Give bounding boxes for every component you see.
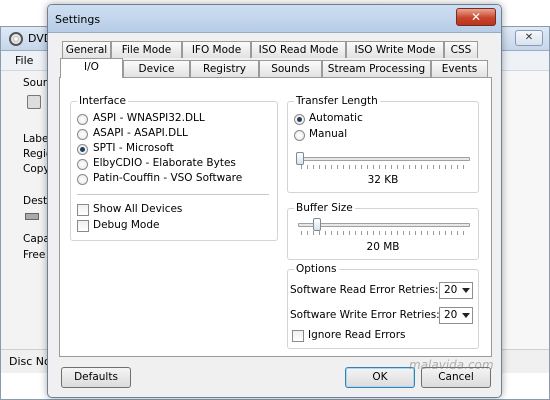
background-right-panel [501,71,549,349]
patin-couffin-radio[interactable] [77,174,88,185]
dialog-titlebar: Settings ✕ [48,5,501,33]
read-retries-label: Software Read Error Retries: [290,284,439,296]
write-retries-label: Software Write Error Retries: [290,309,440,321]
write-retries-value: 20 [444,309,458,321]
tab-file-mode[interactable]: File Mode [111,41,182,58]
buffer-size-slider-ticks [301,231,468,235]
tab-ifo-mode[interactable]: IFO Mode [182,41,251,58]
io-tab-panel: Interface ASPI - WNASPI32.DLL ASAPI - AS… [59,77,492,357]
show-all-devices-checkbox[interactable] [77,204,89,216]
interface-separator [77,194,269,195]
ignore-read-errors-label[interactable]: Ignore Read Errors [308,329,406,341]
tab-sounds[interactable]: Sounds [259,60,322,77]
dialog-body: General File Mode IFO Mode ISO Read Mode… [54,33,497,393]
read-retries-select[interactable]: 20 [439,282,473,299]
buffer-size-slider-track[interactable] [298,223,470,227]
spti-label[interactable]: SPTI - Microsoft [93,142,174,154]
transfer-length-slider-ticks [301,165,468,169]
patin-couffin-label[interactable]: Patin-Couffin - VSO Software [93,172,242,184]
tab-device[interactable]: Device [123,60,190,77]
options-legend: Options [294,263,339,275]
interface-group: Interface ASPI - WNASPI32.DLL ASAPI - AS… [70,95,278,241]
transfer-length-value: 32 KB [367,174,399,186]
menu-file[interactable]: File [15,54,33,67]
tab-css[interactable]: CSS [444,41,478,58]
dialog-close-button[interactable]: ✕ [456,8,496,26]
background-close-button[interactable]: ✕ [515,30,543,46]
interface-legend: Interface [77,95,129,107]
show-all-devices-label[interactable]: Show All Devices [93,203,182,215]
status-text: Disc No [9,355,51,368]
spti-radio[interactable] [77,144,88,155]
defaults-button[interactable]: Defaults [61,367,131,388]
elbycdio-radio[interactable] [77,159,88,170]
automatic-label[interactable]: Automatic [309,112,363,124]
tab-general[interactable]: General [62,41,111,58]
buffer-size-legend: Buffer Size [294,202,355,214]
tab-registry[interactable]: Registry [190,60,259,77]
watermark: malavida.com [409,358,494,372]
read-retries-value: 20 [444,284,458,296]
options-group: Options Software Read Error Retries: 20 … [287,263,479,349]
tab-iso-write-mode[interactable]: ISO Write Mode [346,41,444,58]
aspi-radio[interactable] [77,114,88,125]
tab-events[interactable]: Events [431,60,488,77]
aspi-label[interactable]: ASPI - WNASPI32.DLL [93,112,205,124]
buffer-size-value: 20 MB [366,241,400,253]
copy-label: Copy [23,163,50,175]
hard-drive-icon [25,213,39,220]
automatic-radio[interactable] [294,114,305,125]
manual-radio[interactable] [294,130,305,141]
ignore-read-errors-checkbox[interactable] [292,330,304,342]
chevron-down-icon [462,288,470,293]
disc-icon [9,32,23,46]
chevron-down-icon [462,313,470,318]
write-retries-select[interactable]: 20 [439,307,473,324]
asapi-label[interactable]: ASAPI - ASAPI.DLL [93,127,188,139]
free-label: Free [23,249,46,261]
destination-label: Desti [23,195,51,207]
tab-iso-read-mode[interactable]: ISO Read Mode [251,41,346,58]
transfer-length-slider-track[interactable] [298,157,470,161]
asapi-radio[interactable] [77,129,88,140]
debug-mode-checkbox[interactable] [77,220,89,232]
dialog-title: Settings [55,13,101,26]
buffer-size-slider-thumb[interactable] [312,218,321,231]
transfer-length-legend: Transfer Length [294,95,380,107]
tab-stream-processing[interactable]: Stream Processing [322,60,431,77]
transfer-length-slider-thumb[interactable] [296,152,304,165]
manual-label[interactable]: Manual [309,128,347,140]
buffer-size-group: Buffer Size 20 MB [287,202,479,260]
drive-icon [27,95,41,109]
debug-mode-label[interactable]: Debug Mode [93,219,159,231]
capacity-label: Capa [23,233,50,245]
elbycdio-label[interactable]: ElbyCDIO - Elaborate Bytes [93,157,236,169]
ok-button[interactable]: OK [345,367,415,388]
tab-io[interactable]: I/O [60,58,123,78]
settings-dialog: Settings ✕ General File Mode IFO Mode IS… [47,4,502,398]
transfer-length-group: Transfer Length Automatic Manual 32 KB [287,95,479,193]
